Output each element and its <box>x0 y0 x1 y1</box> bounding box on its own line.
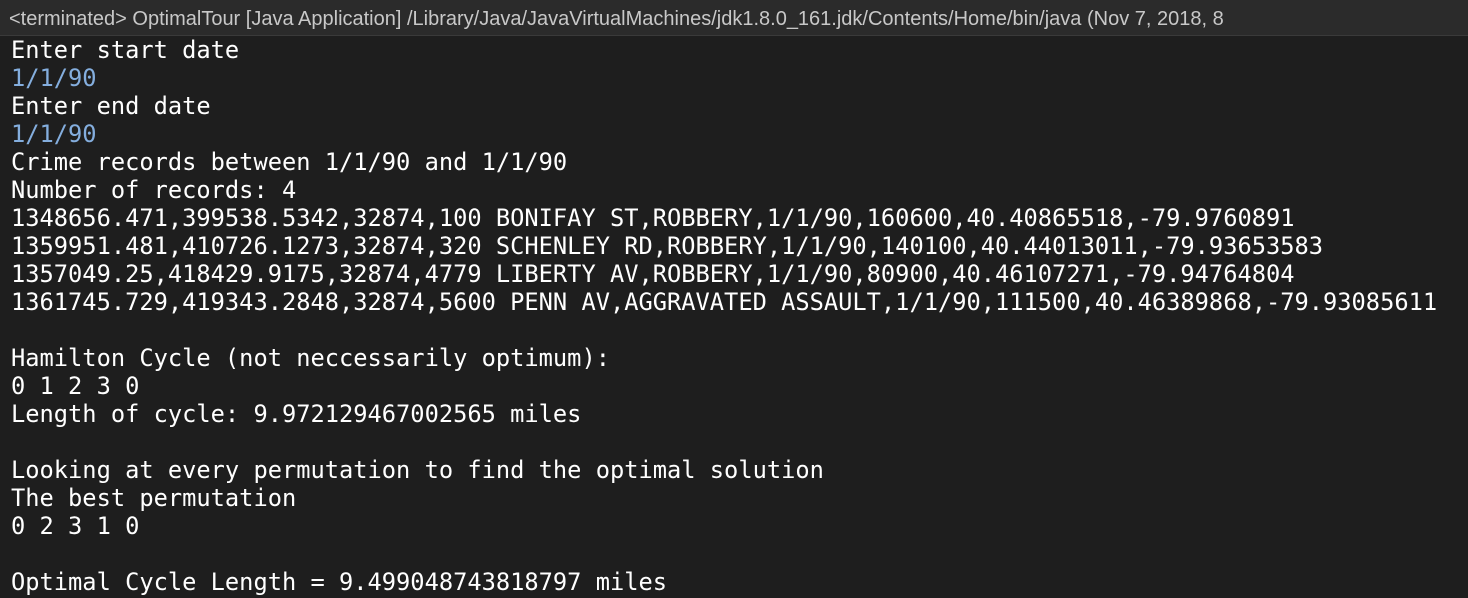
console-output-line <box>11 428 1468 456</box>
console-output-line: Looking at every permutation to find the… <box>11 456 824 484</box>
console-output-area[interactable]: Enter start date 1/1/90 Enter end date 1/1/… <box>0 36 1468 598</box>
console-input-line: 1/1/90 <box>11 64 97 92</box>
console-output-line: 0 1 2 3 0 <box>11 372 140 400</box>
console-output-line: Enter start date <box>11 36 240 64</box>
console-title: <terminated> OptimalTour [Java Applicati… <box>9 8 1224 30</box>
console-output-line: Optimal Cycle Length = 9.499048743818797… <box>11 568 668 596</box>
console-output-line: 1348656.471,399538.5342,32874,100 BONIFA… <box>11 204 1295 232</box>
console-header: <terminated> OptimalTour [Java Applicati… <box>0 0 1468 36</box>
console-output-line: Length of cycle: 9.972129467002565 miles <box>11 400 582 428</box>
console-output-line <box>11 316 1468 344</box>
console-output-line: Number of records: 4 <box>11 176 297 204</box>
console-output-line: 1359951.481,410726.1273,32874,320 SCHENL… <box>11 232 1324 260</box>
console-output-line: 1357049.25,418429.9175,32874,4779 LIBERT… <box>11 260 1295 288</box>
console-output-line: The best permutation <box>11 484 297 512</box>
console-output-line <box>11 540 1468 568</box>
console-output-line: 1361745.729,419343.2848,32874,5600 PENN … <box>11 288 1438 316</box>
console-output-line: 0 2 3 1 0 <box>11 512 140 540</box>
console-output-line: Hamilton Cycle (not neccessarily optimum… <box>11 344 610 372</box>
console-lines: Enter start date 1/1/90 Enter end date 1/1/… <box>0 36 1468 596</box>
console-input-line: 1/1/90 <box>11 120 97 148</box>
console-output-line: Crime records between 1/1/90 and 1/1/90 <box>11 148 568 176</box>
console-output-line: Enter end date <box>11 92 211 120</box>
